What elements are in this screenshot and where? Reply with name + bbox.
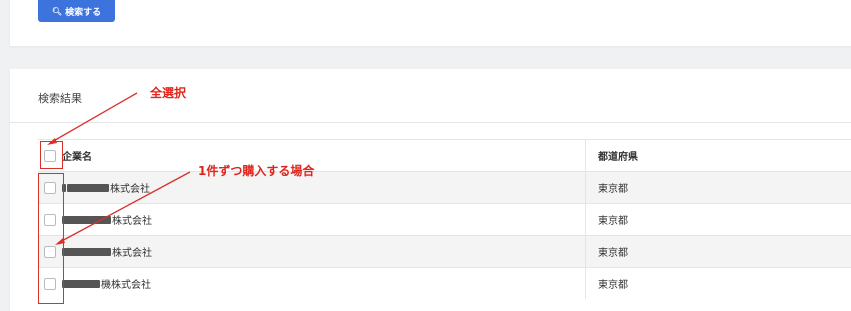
annotation-arrows [47,92,191,245]
page: 🔍︎ 検索する 検索結果 企業名 都道府県 株式会社 東京都 株式会社 東京都 … [0,0,851,311]
annotation-individual-label: 1件ずつ購入する場合 [198,164,315,178]
annotation-select-all-label: 全選択 [150,86,187,100]
